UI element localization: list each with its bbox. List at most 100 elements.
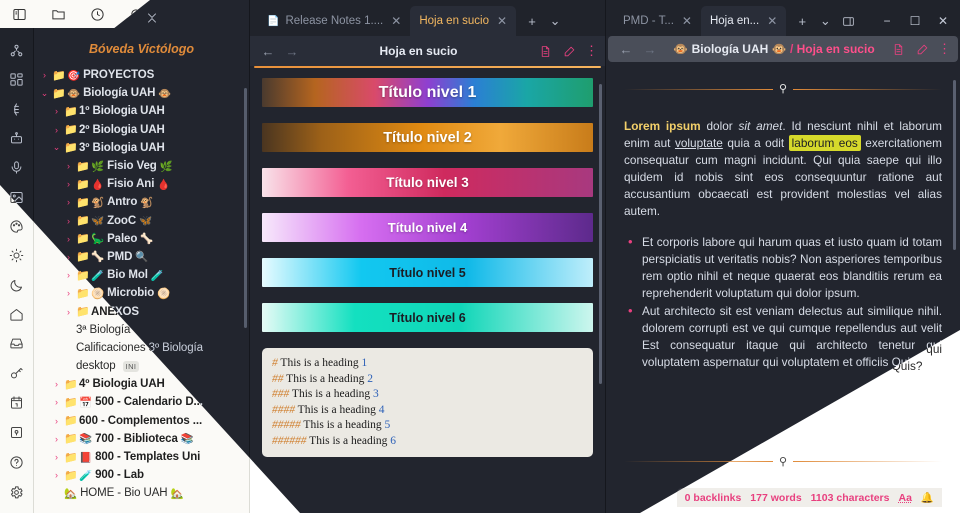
reading-view-icon[interactable] [537,45,553,58]
tree-file-3-biolog-a[interactable]: ›3ª Biología [40,321,249,339]
backlinks-count[interactable]: 0 backlinks [685,492,742,504]
tree-folder-pmd[interactable]: ›📁🦴PMD 🔍 [40,248,249,266]
editor-scrollbar[interactable] [599,84,602,384]
close-icon[interactable]: ✕ [497,14,507,28]
tree-folder-500[interactable]: › 📁 📅 500 - Calendario D... [40,393,249,411]
chevron-down-icon[interactable]: ⌄ [40,88,49,99]
chevron-down-icon[interactable]: ⌄ [52,142,61,153]
reading-scrollbar[interactable] [953,80,956,250]
chevron-right-icon[interactable]: › [40,70,49,80]
tree-file-calificaciones-3-biolog-a[interactable]: ›Calificaciones 3º Biología [40,339,249,357]
robot-icon[interactable] [2,124,32,153]
tab-release-notes[interactable]: 📄 Release Notes 1.... ✕ [258,6,410,36]
moon-icon[interactable] [2,271,32,300]
chevron-right-icon[interactable]: › [52,452,61,462]
tree-folder-zooc[interactable]: ›📁🦋ZooC 🦋 [40,212,249,230]
tree-folder-biolog-a-uah[interactable]: ⌄📁🐵Biología UAH 🐵 [40,84,249,102]
chevron-right-icon[interactable]: › [52,397,61,407]
close-icon[interactable]: ✕ [391,14,401,28]
chevron-right-icon[interactable]: › [64,161,73,171]
image-icon[interactable] [2,183,32,212]
more-options-icon[interactable]: ⋮ [938,41,951,57]
chevron-right-icon[interactable]: › [52,434,61,444]
tree-folder-paleo[interactable]: ›📁🦕Paleo 🦴 [40,230,249,248]
tree-folder-600-complementos[interactable]: › 📁 600 - Complementos ... [40,412,249,430]
chevron-right-icon[interactable]: › [52,470,61,480]
sun-icon[interactable] [2,241,32,270]
tree-folder-antro[interactable]: ›📁🐒Antro 🐒 [40,193,249,211]
minimize-icon[interactable]: − [874,8,900,34]
chevron-right-icon[interactable]: › [64,234,73,244]
mid-editor-content[interactable]: Título nivel 1 Título nivel 2 Título niv… [250,68,605,513]
chevron-right-icon[interactable]: › [64,252,73,262]
tree-folder-800[interactable]: › 📁 📕 800 - Templates Uni [40,448,249,466]
close-icon[interactable]: ✕ [682,14,692,28]
split-view-icon[interactable] [838,11,858,31]
mic-icon[interactable] [2,153,32,182]
reading-view-icon[interactable] [890,43,906,56]
chevron-right-icon[interactable]: › [52,416,61,426]
tab-hoja-en-sucio[interactable]: Hoja en sucio ✕ [410,6,517,36]
more-options-icon[interactable]: ⋮ [585,43,598,59]
chevron-right-icon[interactable]: › [64,216,73,226]
tab-list-icon[interactable]: ⌄ [545,11,565,31]
tree-folder-700[interactable]: › 📁 📚 700 - Biblioteca 📚 [40,430,249,448]
settings-icon[interactable] [2,477,32,507]
tree-folder-4-biologia-uah[interactable]: › 📁 4º Biologia UAH [40,375,249,393]
tree-file-home-bio-uah[interactable]: ›🏡HOME - Bio UAH 🏡 [40,484,249,502]
close-icon[interactable]: ✕ [767,14,777,28]
forward-button[interactable]: → [642,42,658,57]
maximize-icon[interactable]: ☐ [902,8,928,34]
inbox-icon[interactable] [2,329,32,358]
new-note-icon[interactable] [48,10,64,26]
chevron-right-icon[interactable]: › [52,125,61,135]
tree-folder-fisio-ani[interactable]: ›📁🩸Fisio Ani 🩸 [40,175,249,193]
font-size-icon[interactable]: Aa [898,492,911,504]
reading-view-content[interactable]: ⚲ Lorem ipsum dolor sit amet. Id nesciun… [606,62,960,372]
back-button[interactable]: ← [260,44,276,59]
forward-button[interactable]: → [284,44,300,59]
vault-switch-icon[interactable] [2,417,32,447]
tree-file-desktop[interactable]: ›desktopINI [40,357,249,375]
notification-icon[interactable]: 🔔 [921,491,934,504]
chevron-right-icon[interactable]: › [64,179,73,189]
graph-icon[interactable] [2,36,32,65]
collapse-icon[interactable] [144,10,160,26]
new-folder-icon[interactable] [80,10,96,26]
tree-folder-2-biologia-uah[interactable]: ›📁2º Biologia UAH [40,121,249,139]
chevron-right-icon[interactable]: › [64,288,73,298]
key-icon[interactable] [2,358,32,387]
crumb-root[interactable]: Biología UAH [692,42,769,56]
new-tab-icon[interactable]: + [522,11,542,31]
chevron-right-icon[interactable]: › [52,106,61,116]
sort-icon[interactable] [112,10,128,26]
canvas-icon[interactable] [2,65,32,94]
palette-icon[interactable] [2,212,32,241]
tree-folder-proyectos[interactable]: ›📁🎯PROYECTOS [40,66,249,84]
tree-folder-microbio[interactable]: ›📁🫓Microbio 🫓 [40,284,249,302]
chevron-right-icon[interactable]: › [64,307,73,317]
chevron-right-icon[interactable]: › [64,197,73,207]
tree-folder-900[interactable]: › 📁 🧪 900 - Lab [40,466,249,484]
edit-pencil-icon[interactable] [914,43,930,56]
tab-list-icon[interactable]: ⌄ [815,11,835,31]
tree-folder-anexos[interactable]: › 📁 ANEXOS [40,302,249,320]
home-icon[interactable] [2,300,32,329]
tree-folder-1-biologia-uah[interactable]: ›📁1º Biologia UAH [40,102,249,120]
calendar-icon[interactable] [2,388,32,417]
markdown-code-block[interactable]: # This is a heading 1 ## This is a headin… [262,348,593,458]
chevron-right-icon[interactable]: › [52,379,61,389]
chevron-right-icon[interactable]: › [64,270,73,280]
edit-pencil-icon[interactable] [561,45,577,58]
sync-icon[interactable] [2,95,32,124]
sidebar-scrollbar[interactable] [244,88,247,328]
back-button[interactable]: ← [618,42,634,57]
tab-pmd[interactable]: PMD - T... ✕ [614,6,701,36]
help-icon[interactable] [2,447,32,477]
tree-folder-bio-mol[interactable]: ›📁🧪Bio Mol 🧪 [40,266,249,284]
tab-hoja-en-sucio-right[interactable]: Hoja en... ✕ [700,6,787,36]
close-icon[interactable]: ✕ [930,8,956,34]
tree-folder-fisio-veg[interactable]: ›📁🌿Fisio Veg 🌿 [40,157,249,175]
new-tab-icon[interactable]: + [792,11,812,31]
tree-folder-3-biologia-uah[interactable]: ⌄📁3º Biologia UAH [40,139,249,157]
